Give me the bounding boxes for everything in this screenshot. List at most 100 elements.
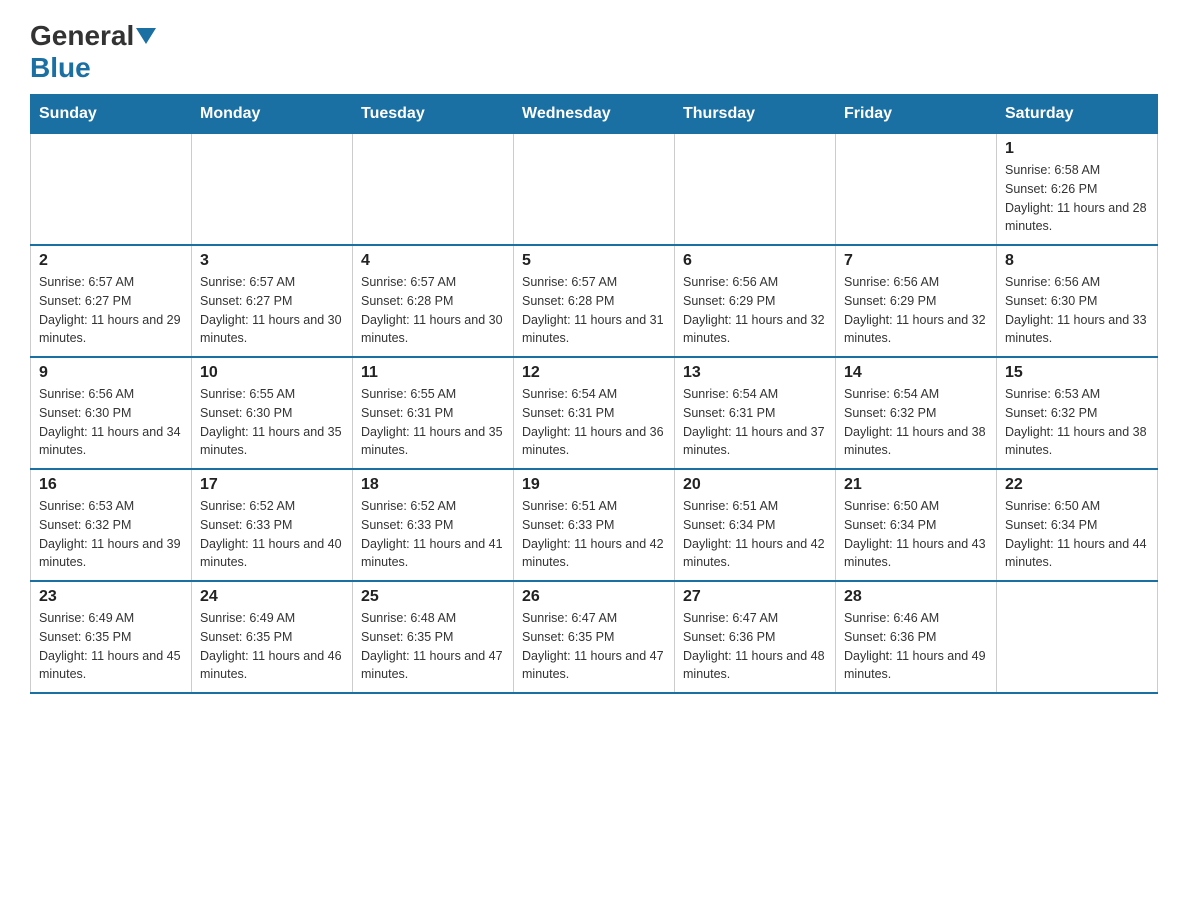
calendar-cell: 28 Sunrise: 6:46 AMSunset: 6:36 PMDayligh… (836, 581, 997, 693)
calendar-cell (675, 134, 836, 246)
calendar-cell (514, 134, 675, 246)
calendar-cell: 2 Sunrise: 6:57 AMSunset: 6:27 PMDaylight… (31, 245, 192, 357)
calendar-week-row: 9 Sunrise: 6:56 AMSunset: 6:30 PMDaylight… (31, 357, 1158, 469)
day-info: Sunrise: 6:50 AMSunset: 6:34 PMDaylight:… (844, 497, 988, 572)
logo-triangle-icon (136, 28, 156, 44)
day-info: Sunrise: 6:57 AMSunset: 6:28 PMDaylight:… (522, 273, 666, 348)
day-number: 24 (200, 588, 344, 606)
page-header: General Blue (30, 20, 1158, 84)
day-number: 20 (683, 476, 827, 494)
day-number: 13 (683, 364, 827, 382)
day-info: Sunrise: 6:57 AMSunset: 6:28 PMDaylight:… (361, 273, 505, 348)
weekday-header-tuesday: Tuesday (353, 95, 514, 134)
calendar-cell: 4 Sunrise: 6:57 AMSunset: 6:28 PMDaylight… (353, 245, 514, 357)
calendar-cell: 6 Sunrise: 6:56 AMSunset: 6:29 PMDaylight… (675, 245, 836, 357)
day-info: Sunrise: 6:54 AMSunset: 6:31 PMDaylight:… (683, 385, 827, 460)
day-number: 11 (361, 364, 505, 382)
day-info: Sunrise: 6:57 AMSunset: 6:27 PMDaylight:… (200, 273, 344, 348)
day-number: 12 (522, 364, 666, 382)
day-number: 14 (844, 364, 988, 382)
calendar-cell: 23 Sunrise: 6:49 AMSunset: 6:35 PMDayligh… (31, 581, 192, 693)
weekday-header-sunday: Sunday (31, 95, 192, 134)
day-number: 4 (361, 252, 505, 270)
day-number: 27 (683, 588, 827, 606)
calendar-cell: 16 Sunrise: 6:53 AMSunset: 6:32 PMDayligh… (31, 469, 192, 581)
calendar-cell: 17 Sunrise: 6:52 AMSunset: 6:33 PMDayligh… (192, 469, 353, 581)
calendar-cell: 10 Sunrise: 6:55 AMSunset: 6:30 PMDayligh… (192, 357, 353, 469)
day-number: 21 (844, 476, 988, 494)
calendar-cell: 18 Sunrise: 6:52 AMSunset: 6:33 PMDayligh… (353, 469, 514, 581)
calendar-cell: 8Sunrise: 6:56 AMSunset: 6:30 PMDaylight… (997, 245, 1158, 357)
day-info: Sunrise: 6:51 AMSunset: 6:34 PMDaylight:… (683, 497, 827, 572)
day-info: Sunrise: 6:46 AMSunset: 6:36 PMDaylight:… (844, 609, 988, 684)
calendar-cell: 1 Sunrise: 6:58 AMSunset: 6:26 PMDaylight… (997, 134, 1158, 246)
day-number: 17 (200, 476, 344, 494)
day-info: Sunrise: 6:58 AMSunset: 6:26 PMDaylight:… (1005, 161, 1149, 236)
calendar-cell (192, 134, 353, 246)
weekday-header-thursday: Thursday (675, 95, 836, 134)
calendar-cell: 11 Sunrise: 6:55 AMSunset: 6:31 PMDayligh… (353, 357, 514, 469)
day-info: Sunrise: 6:56 AMSunset: 6:29 PMDaylight:… (844, 273, 988, 348)
day-info: Sunrise: 6:52 AMSunset: 6:33 PMDaylight:… (361, 497, 505, 572)
weekday-header-friday: Friday (836, 95, 997, 134)
day-number: 6 (683, 252, 827, 270)
day-info: Sunrise: 6:55 AMSunset: 6:31 PMDaylight:… (361, 385, 505, 460)
calendar-cell: 9 Sunrise: 6:56 AMSunset: 6:30 PMDaylight… (31, 357, 192, 469)
day-info: Sunrise: 6:56 AMSunset: 6:30 PMDaylight:… (39, 385, 183, 460)
day-info: Sunrise: 6:54 AMSunset: 6:31 PMDaylight:… (522, 385, 666, 460)
weekday-header-wednesday: Wednesday (514, 95, 675, 134)
day-number: 25 (361, 588, 505, 606)
logo-blue-text: Blue (30, 52, 91, 84)
calendar-cell: 7Sunrise: 6:56 AMSunset: 6:29 PMDaylight… (836, 245, 997, 357)
day-info: Sunrise: 6:53 AMSunset: 6:32 PMDaylight:… (1005, 385, 1149, 460)
day-info: Sunrise: 6:55 AMSunset: 6:30 PMDaylight:… (200, 385, 344, 460)
day-info: Sunrise: 6:52 AMSunset: 6:33 PMDaylight:… (200, 497, 344, 572)
day-info: Sunrise: 6:54 AMSunset: 6:32 PMDaylight:… (844, 385, 988, 460)
day-number: 8 (1005, 252, 1149, 270)
day-info: Sunrise: 6:48 AMSunset: 6:35 PMDaylight:… (361, 609, 505, 684)
day-number: 9 (39, 364, 183, 382)
calendar-table: SundayMondayTuesdayWednesdayThursdayFrid… (30, 94, 1158, 694)
calendar-cell: 13 Sunrise: 6:54 AMSunset: 6:31 PMDayligh… (675, 357, 836, 469)
day-number: 3 (200, 252, 344, 270)
calendar-cell: 22Sunrise: 6:50 AMSunset: 6:34 PMDayligh… (997, 469, 1158, 581)
calendar-week-row: 16 Sunrise: 6:53 AMSunset: 6:32 PMDayligh… (31, 469, 1158, 581)
day-number: 23 (39, 588, 183, 606)
day-number: 5 (522, 252, 666, 270)
logo: General Blue (30, 20, 158, 84)
day-info: Sunrise: 6:51 AMSunset: 6:33 PMDaylight:… (522, 497, 666, 572)
calendar-week-row: 2 Sunrise: 6:57 AMSunset: 6:27 PMDaylight… (31, 245, 1158, 357)
calendar-week-row: 23 Sunrise: 6:49 AMSunset: 6:35 PMDayligh… (31, 581, 1158, 693)
day-info: Sunrise: 6:56 AMSunset: 6:29 PMDaylight:… (683, 273, 827, 348)
weekday-header-saturday: Saturday (997, 95, 1158, 134)
calendar-cell: 3 Sunrise: 6:57 AMSunset: 6:27 PMDaylight… (192, 245, 353, 357)
calendar-cell: 21 Sunrise: 6:50 AMSunset: 6:34 PMDayligh… (836, 469, 997, 581)
day-info: Sunrise: 6:49 AMSunset: 6:35 PMDaylight:… (200, 609, 344, 684)
calendar-cell (31, 134, 192, 246)
day-info: Sunrise: 6:49 AMSunset: 6:35 PMDaylight:… (39, 609, 183, 684)
day-number: 19 (522, 476, 666, 494)
day-number: 1 (1005, 140, 1149, 158)
calendar-cell: 12 Sunrise: 6:54 AMSunset: 6:31 PMDayligh… (514, 357, 675, 469)
day-info: Sunrise: 6:47 AMSunset: 6:35 PMDaylight:… (522, 609, 666, 684)
day-number: 15 (1005, 364, 1149, 382)
calendar-cell: 27 Sunrise: 6:47 AMSunset: 6:36 PMDayligh… (675, 581, 836, 693)
day-number: 18 (361, 476, 505, 494)
day-info: Sunrise: 6:47 AMSunset: 6:36 PMDaylight:… (683, 609, 827, 684)
calendar-cell (836, 134, 997, 246)
day-info: Sunrise: 6:57 AMSunset: 6:27 PMDaylight:… (39, 273, 183, 348)
logo-general-text: General (30, 20, 134, 52)
day-info: Sunrise: 6:53 AMSunset: 6:32 PMDaylight:… (39, 497, 183, 572)
day-number: 28 (844, 588, 988, 606)
calendar-cell: 15 Sunrise: 6:53 AMSunset: 6:32 PMDayligh… (997, 357, 1158, 469)
day-number: 2 (39, 252, 183, 270)
weekday-header-monday: Monday (192, 95, 353, 134)
day-number: 16 (39, 476, 183, 494)
calendar-week-row: 1 Sunrise: 6:58 AMSunset: 6:26 PMDaylight… (31, 134, 1158, 246)
calendar-cell: 25 Sunrise: 6:48 AMSunset: 6:35 PMDayligh… (353, 581, 514, 693)
day-number: 26 (522, 588, 666, 606)
day-number: 22 (1005, 476, 1149, 494)
calendar-cell: 24 Sunrise: 6:49 AMSunset: 6:35 PMDayligh… (192, 581, 353, 693)
day-number: 10 (200, 364, 344, 382)
calendar-cell (353, 134, 514, 246)
